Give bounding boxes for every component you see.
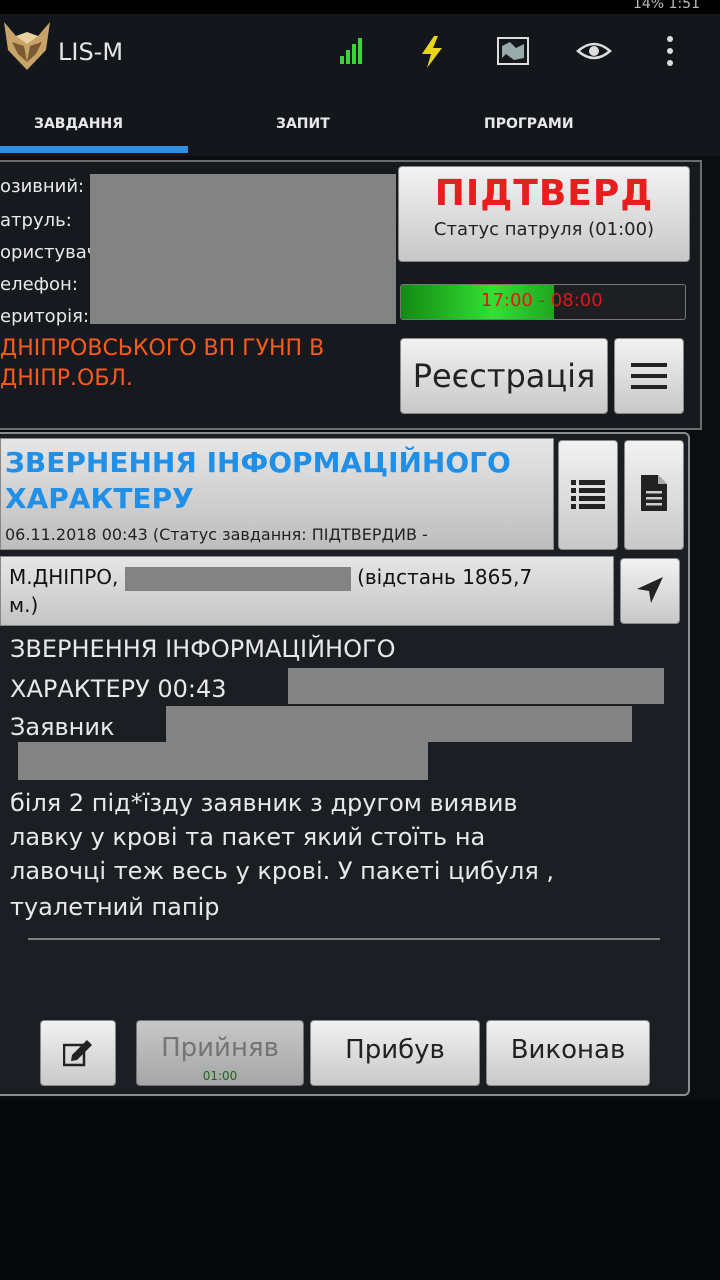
arrived-button[interactable]: Прибув — [310, 1020, 480, 1086]
overflow-menu-icon[interactable] — [664, 34, 676, 68]
callsign-label: озивний: — [0, 176, 85, 197]
redacted-info — [90, 174, 396, 324]
task-address[interactable]: М.ДНІПРО, (відстань 1865,7 м.) — [0, 556, 614, 626]
territory-label: ериторія: — [0, 306, 90, 327]
task-title: ЗВЕРНЕННЯ ІНФОРМАЦІЙНОГО ХАРАКТЕРУ — [5, 446, 511, 515]
navigate-button[interactable] — [620, 558, 680, 624]
eye-icon[interactable] — [576, 40, 612, 62]
map-icon[interactable] — [496, 36, 530, 66]
registration-button[interactable]: Реєстрація — [400, 338, 608, 414]
address-text: М.ДНІПРО, (відстань 1865,7 м.) — [9, 563, 532, 619]
address-city: М.ДНІПРО, — [9, 565, 119, 589]
task-header[interactable]: ЗВЕРНЕННЯ ІНФОРМАЦІЙНОГО ХАРАКТЕРУ 06.11… — [0, 438, 554, 550]
redacted-address — [124, 566, 351, 591]
patrol-status-button[interactable]: ПІДТВЕРД Статус патруля (01:00) — [398, 166, 690, 262]
department-line-1: ДНІПРОВСЬКОГО ВП ГУНП В — [0, 336, 325, 361]
task-body-line-3: лавочці теж весь у крові. У пакеті цибул… — [10, 857, 555, 885]
done-button[interactable]: Виконав — [486, 1020, 650, 1086]
applicant-label: Заявник — [10, 713, 115, 741]
shift-progress-bar: 17:00 - 08:00 — [400, 284, 686, 320]
patrol-status-sub: Статус патруля (01:00) — [433, 219, 655, 240]
task-body-line-1: біля 2 під*їзду заявник з другом виявив — [10, 789, 518, 817]
description-line-2: ХАРАКТЕРУ 00:43 — [10, 675, 227, 703]
screen-bottom-area — [0, 1100, 720, 1280]
registration-label: Реєстрація — [412, 357, 596, 395]
app-logo-icon — [4, 22, 50, 70]
patrol-label: атруль: — [0, 210, 72, 231]
task-list-button[interactable] — [558, 440, 618, 550]
redacted-description — [288, 668, 664, 704]
shift-time-text: 17:00 - 08:00 — [481, 290, 603, 311]
task-date-status: 06.11.2018 00:43 (Статус завдання: ПІДТВ… — [5, 525, 428, 544]
edit-pencil-icon — [63, 1040, 92, 1067]
redacted-applicant-extra — [18, 742, 428, 780]
task-body-line-2: лавку у крові та пакет який стоїть на — [10, 823, 486, 851]
description-line-1: ЗВЕРНЕННЯ ІНФОРМАЦІЙНОГО — [10, 635, 396, 663]
app-title: LIS-M — [58, 38, 124, 66]
tab-programs[interactable]: ПРОГРАМИ — [484, 116, 574, 132]
accepted-button[interactable]: Прийняв 01:00 — [136, 1020, 304, 1086]
edit-button[interactable] — [40, 1020, 116, 1086]
signal-bars-icon[interactable] — [336, 36, 368, 68]
hamburger-icon — [631, 363, 667, 389]
phone-label: елефон: — [0, 274, 78, 295]
user-label: ористувач — [0, 242, 98, 263]
accepted-time: 01:00 — [202, 1069, 238, 1083]
list-icon — [571, 480, 605, 509]
active-tab-indicator — [0, 146, 188, 153]
content-divider — [28, 938, 660, 940]
redacted-applicant — [166, 706, 632, 742]
navigation-arrow-icon — [637, 577, 663, 603]
department-line-2: ДНІПР.ОБЛ. — [0, 366, 133, 391]
tab-request[interactable]: ЗАПИТ — [276, 116, 330, 132]
document-icon — [641, 475, 667, 511]
task-body-line-4: туалетний папір — [10, 893, 220, 921]
address-distance-unit: м.) — [9, 593, 39, 617]
patrol-status-label: ПІДТВЕРД — [434, 173, 654, 214]
accepted-label: Прийняв — [161, 1033, 279, 1063]
department-text: ДНІПРОВСЬКОГО ВП ГУНП В ДНІПР.ОБЛ. — [0, 334, 324, 394]
lightning-icon[interactable] — [418, 34, 446, 70]
status-text: 14% 1:51 — [632, 0, 700, 12]
tab-tasks[interactable]: ЗАВДАННЯ — [34, 116, 123, 132]
address-distance: (відстань 1865,7 — [357, 565, 533, 589]
done-label: Виконав — [510, 1035, 626, 1065]
arrived-label: Прибув — [345, 1035, 445, 1065]
task-document-button[interactable] — [624, 440, 684, 550]
status-bar: 14% 1:51 — [0, 0, 720, 14]
hamburger-menu-button[interactable] — [614, 338, 684, 414]
